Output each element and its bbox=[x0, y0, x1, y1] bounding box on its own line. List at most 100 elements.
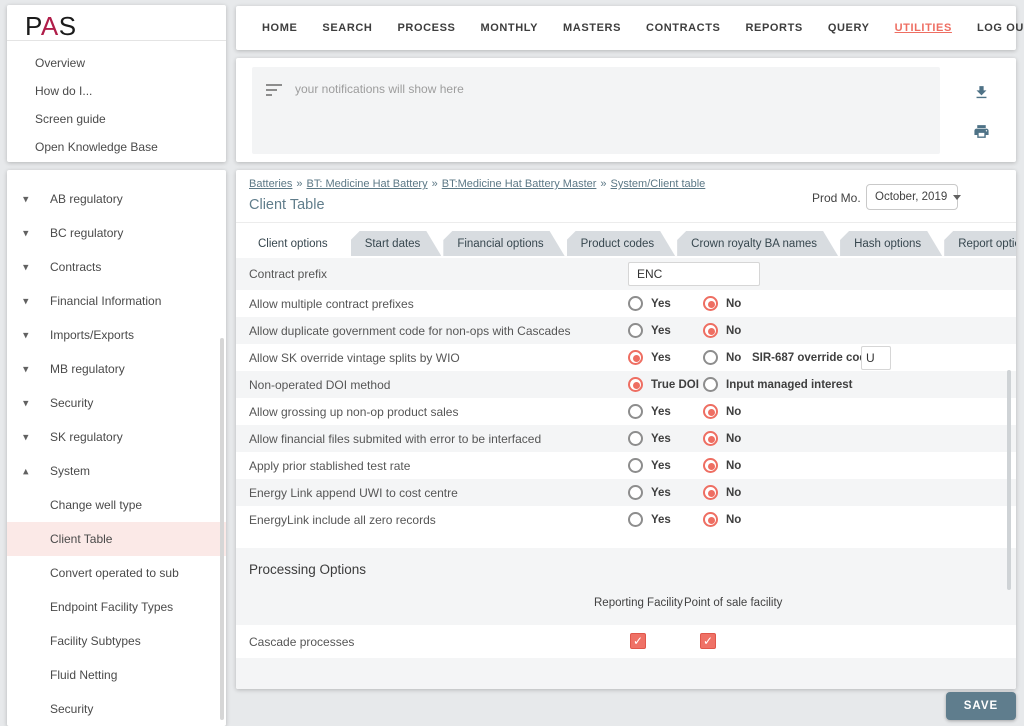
radio-no[interactable] bbox=[703, 485, 718, 500]
chevron-down-icon[interactable]: ▾ bbox=[23, 431, 29, 444]
chevron-down-icon[interactable]: ▾ bbox=[23, 329, 29, 342]
breadcrumb-battery[interactable]: BT: Medicine Hat Battery bbox=[307, 178, 428, 190]
sidebar-header-card: PAS Overview How do I... Screen guide Op… bbox=[7, 5, 226, 162]
radio-no[interactable] bbox=[703, 350, 718, 365]
tree-item-financial-information[interactable]: ▾ Financial Information bbox=[7, 284, 226, 318]
chevron-up-icon[interactable]: ▴ bbox=[23, 465, 29, 478]
tree-item-system[interactable]: ▴ System bbox=[7, 454, 226, 488]
radio-label: No bbox=[726, 351, 742, 364]
row-label: Non-operated DOI method bbox=[249, 377, 391, 392]
tree-item-contracts[interactable]: ▾ Contracts bbox=[7, 250, 226, 284]
tree-item-sk-regulatory[interactable]: ▾ SK regulatory bbox=[7, 420, 226, 454]
breadcrumb-system-client-table[interactable]: System/Client table bbox=[611, 178, 706, 190]
tree-item-imports-exports[interactable]: ▾ Imports/Exports bbox=[7, 318, 226, 352]
radio-yes[interactable] bbox=[628, 512, 643, 527]
tree-item-convert-operated-to-sub[interactable]: Convert operated to sub bbox=[7, 556, 226, 590]
chevron-down-icon[interactable]: ▾ bbox=[23, 363, 29, 376]
radio-yes[interactable] bbox=[628, 296, 643, 311]
tree-item-fluid-netting[interactable]: Fluid Netting bbox=[7, 658, 226, 692]
sir-687-override-code-label: SIR-687 override code bbox=[752, 351, 873, 364]
form-row-cascade-processes: Cascade processes bbox=[236, 625, 1016, 658]
tab-financial-options[interactable]: Financial options bbox=[443, 231, 564, 256]
radio-no[interactable] bbox=[703, 296, 718, 311]
radio-yes[interactable] bbox=[628, 485, 643, 500]
top-navbar: HOME SEARCH PROCESS MONTHLY MASTERS CONT… bbox=[236, 6, 1024, 50]
radio-yes[interactable] bbox=[628, 404, 643, 419]
tree-item-ab-regulatory[interactable]: ▾ AB regulatory bbox=[7, 182, 226, 216]
radio-no[interactable] bbox=[703, 512, 718, 527]
tab-client-options[interactable]: Client options bbox=[244, 231, 349, 256]
client-table-panel: Batteries» BT: Medicine Hat Battery» BT:Me… bbox=[236, 170, 1016, 689]
download-icon[interactable] bbox=[973, 84, 990, 101]
row-label: Apply prior stablished test rate bbox=[249, 458, 411, 473]
radio-true-doi[interactable] bbox=[628, 377, 643, 392]
tab-start-dates[interactable]: Start dates bbox=[351, 231, 442, 256]
sidebar-link-overview[interactable]: Overview bbox=[35, 49, 226, 77]
checkbox-reporting-facility[interactable] bbox=[630, 633, 646, 649]
tab-crown-royalty-ba-names[interactable]: Crown royalty BA names bbox=[677, 231, 838, 256]
radio-yes[interactable] bbox=[628, 323, 643, 338]
nav-utilities[interactable]: UTILITIES bbox=[895, 22, 952, 34]
tree-item-security-child[interactable]: Security bbox=[7, 692, 226, 726]
tab-hash-options[interactable]: Hash options bbox=[840, 231, 942, 256]
column-header-reporting-facility: Reporting Facility bbox=[594, 597, 683, 609]
radio-no[interactable] bbox=[703, 323, 718, 338]
notifications-placeholder: your notifications will show here bbox=[295, 82, 464, 96]
radio-label: Yes bbox=[651, 486, 671, 499]
nav-reports[interactable]: REPORTS bbox=[745, 22, 802, 34]
tab-report-options[interactable]: Report options bbox=[944, 231, 1016, 256]
radio-label: No bbox=[726, 432, 742, 445]
prod-mo-select[interactable]: October, 2019 bbox=[866, 184, 962, 210]
form-row-sk-override-vintage-splits: Allow SK override vintage splits by WIO … bbox=[236, 344, 1016, 371]
nav-logout[interactable]: LOG OUT bbox=[977, 22, 1024, 34]
nav-process[interactable]: PROCESS bbox=[397, 22, 455, 34]
chevron-down-icon[interactable]: ▾ bbox=[23, 261, 29, 274]
form-row-grossing-up-non-op-sales: Allow grossing up non-op product sales Y… bbox=[236, 398, 1016, 425]
tree-item-change-well-type[interactable]: Change well type bbox=[7, 488, 226, 522]
print-icon[interactable] bbox=[973, 123, 990, 140]
chevron-down-icon[interactable]: ▾ bbox=[23, 295, 29, 308]
radio-yes[interactable] bbox=[628, 350, 643, 365]
save-button[interactable]: SAVE bbox=[946, 692, 1016, 720]
breadcrumb-batteries[interactable]: Batteries bbox=[249, 178, 292, 190]
processing-options-title: Processing Options bbox=[249, 562, 367, 577]
row-label: Allow SK override vintage splits by WIO bbox=[249, 350, 460, 365]
tree-item-facility-subtypes[interactable]: Facility Subtypes bbox=[7, 624, 226, 658]
radio-no[interactable] bbox=[703, 431, 718, 446]
chevron-down-icon[interactable]: ▾ bbox=[23, 397, 29, 410]
sidebar-link-knowledge-base[interactable]: Open Knowledge Base bbox=[35, 133, 226, 161]
nav-search[interactable]: SEARCH bbox=[322, 22, 372, 34]
main-scrollbar[interactable] bbox=[1007, 370, 1011, 590]
tree-item-client-table[interactable]: Client Table bbox=[7, 522, 226, 556]
tree-item-bc-regulatory[interactable]: ▾ BC regulatory bbox=[7, 216, 226, 250]
header-divider bbox=[236, 222, 1016, 223]
nav-monthly[interactable]: MONTHLY bbox=[480, 22, 538, 34]
chevron-down-icon[interactable]: ▾ bbox=[23, 227, 29, 240]
tab-product-codes[interactable]: Product codes bbox=[567, 231, 676, 256]
radio-yes[interactable] bbox=[628, 431, 643, 446]
form-rows: Contract prefix Allow multiple contract … bbox=[236, 258, 1016, 533]
sidebar-link-screen-guide[interactable]: Screen guide bbox=[35, 105, 226, 133]
row-label: Allow multiple contract prefixes bbox=[249, 296, 414, 311]
nav-masters[interactable]: MASTERS bbox=[563, 22, 621, 34]
nav-contracts[interactable]: CONTRACTS bbox=[646, 22, 720, 34]
radio-no[interactable] bbox=[703, 458, 718, 473]
contract-prefix-input[interactable] bbox=[628, 262, 760, 286]
radio-input-managed-interest[interactable] bbox=[703, 377, 718, 392]
checkbox-point-of-sale-facility[interactable] bbox=[700, 633, 716, 649]
tree-item-endpoint-facility-types[interactable]: Endpoint Facility Types bbox=[7, 590, 226, 624]
chevron-down-icon[interactable]: ▾ bbox=[23, 193, 29, 206]
sidebar-link-how-do-i[interactable]: How do I... bbox=[35, 77, 226, 105]
form-row-prior-stablished-test-rate: Apply prior stablished test rate Yes No bbox=[236, 452, 1016, 479]
radio-no[interactable] bbox=[703, 404, 718, 419]
sidebar-scrollbar[interactable] bbox=[220, 338, 224, 720]
breadcrumb-battery-master[interactable]: BT:Medicine Hat Battery Master bbox=[442, 178, 597, 190]
radio-yes[interactable] bbox=[628, 458, 643, 473]
sir-687-override-code-input[interactable] bbox=[861, 345, 891, 370]
radio-label: Yes bbox=[651, 324, 671, 337]
tree-item-mb-regulatory[interactable]: ▾ MB regulatory bbox=[7, 352, 226, 386]
nav-query[interactable]: QUERY bbox=[828, 22, 870, 34]
tree-item-security[interactable]: ▾ Security bbox=[7, 386, 226, 420]
nav-home[interactable]: HOME bbox=[262, 22, 297, 34]
radio-label: Yes bbox=[651, 405, 671, 418]
